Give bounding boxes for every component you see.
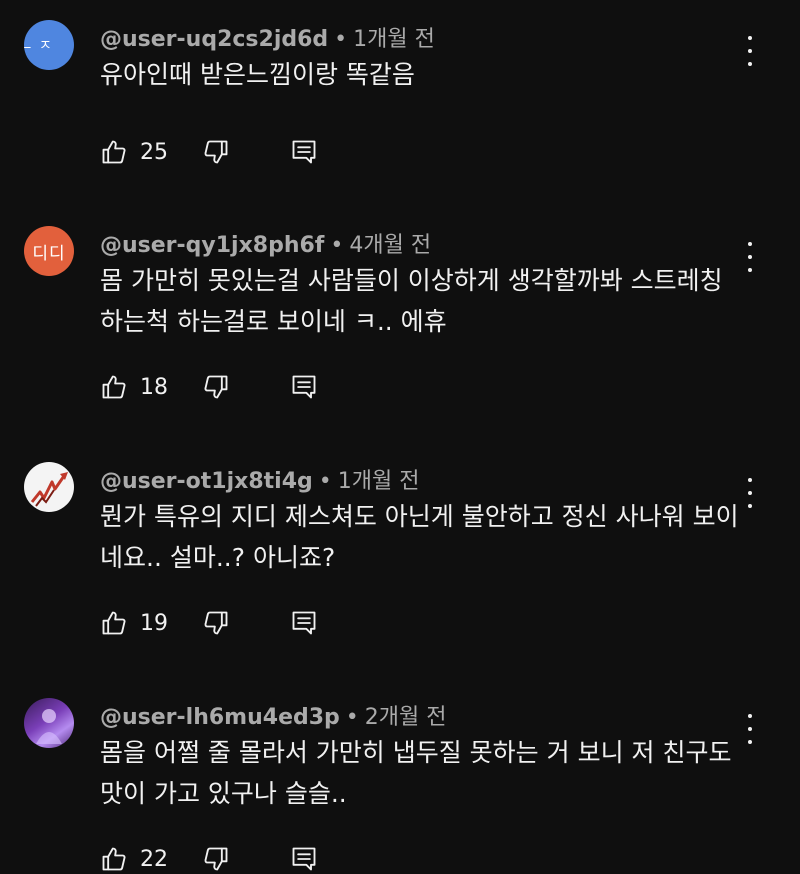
thumbs-up-icon[interactable] [100, 609, 128, 637]
comment-time: 4개월 전 [349, 233, 432, 258]
avatar[interactable] [24, 462, 74, 512]
thumbs-down-icon[interactable] [202, 845, 230, 873]
thumbs-up-icon[interactable] [100, 138, 128, 166]
separator-dot: • [334, 27, 348, 52]
more-vert-icon[interactable] [740, 478, 760, 508]
reply-comment-icon[interactable] [290, 609, 318, 637]
more-vert-icon[interactable] [740, 242, 760, 272]
thumbs-down-icon[interactable] [202, 138, 230, 166]
author-handle[interactable]: @user-lh6mu4ed3p [100, 705, 340, 730]
comment-meta: @user-lh6mu4ed3p • 2개월 전 [100, 699, 447, 731]
thumbs-down-icon[interactable] [202, 609, 230, 637]
thumbs-down-icon[interactable] [202, 373, 230, 401]
like-count: 25 [140, 139, 168, 165]
like-count: 22 [140, 846, 168, 872]
avatar[interactable]: 디디 [24, 226, 74, 276]
comment-time: 1개월 전 [337, 469, 420, 494]
comment-time: 1개월 전 [353, 27, 435, 52]
comment-meta: @user-ot1jx8ti4g • 1개월 전 [100, 463, 419, 495]
more-vert-icon[interactable] [740, 36, 760, 66]
comment-actions: 22 [100, 844, 318, 874]
avatar-graphic [36, 709, 62, 744]
author-handle[interactable]: @user-qy1jx8ph6f [100, 233, 324, 258]
reply-comment-icon[interactable] [290, 373, 318, 401]
reply-comment-icon[interactable] [290, 138, 318, 166]
comment-meta: @user-uq2cs2jd6d • 1개월 전 [100, 21, 435, 53]
comment-text: 유아인때 받은느낌이랑 똑같음 [100, 60, 415, 89]
author-handle[interactable]: @user-uq2cs2jd6d [100, 27, 328, 52]
comment-actions: 19 [100, 608, 318, 638]
comment-text: 몸 가만히 못있는걸 사람들이 이상하게 생각할까봐 스트레칭 하는척 하는걸로… [100, 266, 723, 336]
reply-comment-icon[interactable] [290, 845, 318, 873]
thumbs-up-icon[interactable] [100, 373, 128, 401]
thumbs-up-icon[interactable] [100, 845, 128, 873]
author-handle[interactable]: @user-ot1jx8ti4g [100, 469, 313, 494]
avatar-graphic [30, 472, 68, 507]
comment-text: 뭔가 특유의 지디 제스쳐도 아닌게 불안하고 정신 사나워 보이네요.. 설마… [100, 502, 739, 572]
avatar[interactable]: ㄴㅈ [24, 20, 74, 70]
like-count: 19 [140, 610, 168, 636]
comment-actions: 18 [100, 372, 318, 402]
separator-dot: • [318, 469, 332, 494]
separator-dot: • [345, 705, 359, 730]
comment-meta: @user-qy1jx8ph6f • 4개월 전 [100, 227, 431, 259]
avatar[interactable] [24, 698, 74, 748]
comment-text: 몸을 어쩔 줄 몰라서 가만히 냅두질 못하는 거 보니 저 친구도 맛이 가고… [100, 738, 732, 808]
comment-actions: 25 [100, 137, 318, 167]
more-vert-icon[interactable] [740, 714, 760, 744]
comment-time: 2개월 전 [364, 705, 447, 730]
like-count: 18 [140, 374, 168, 400]
separator-dot: • [330, 233, 344, 258]
